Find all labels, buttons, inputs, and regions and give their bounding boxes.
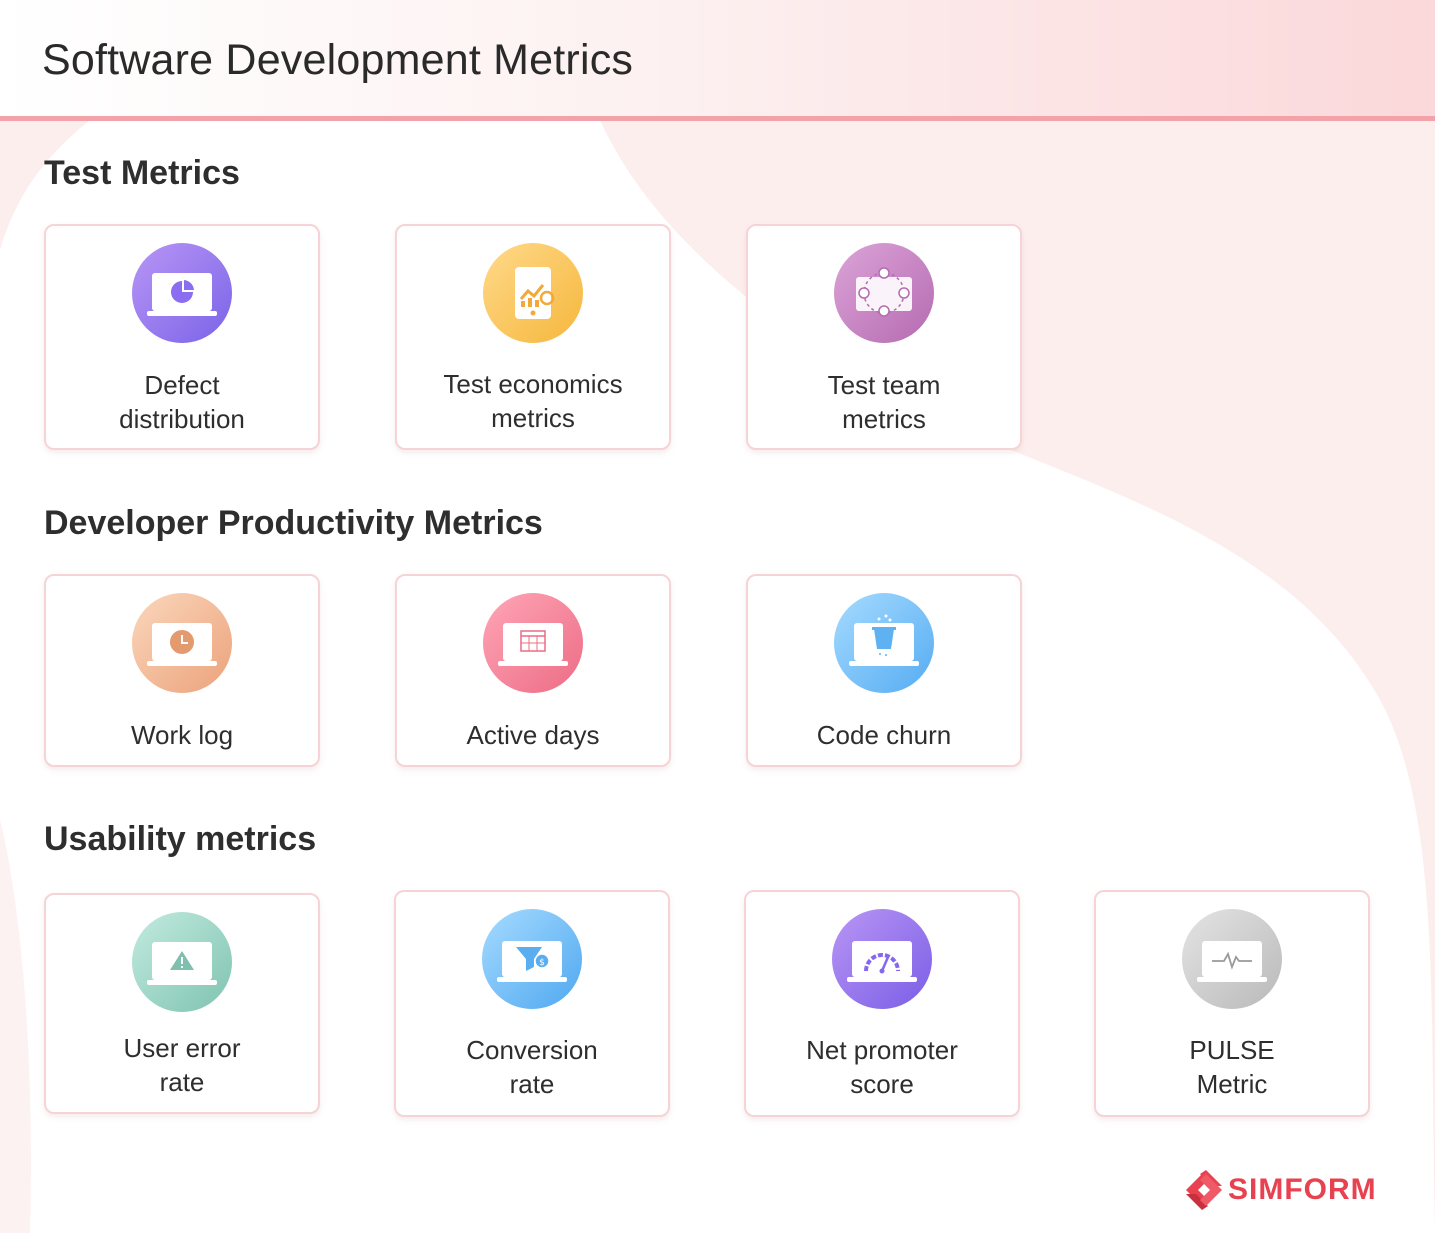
card-active-days: Active days [395,574,671,767]
card-user-error-rate: User error rate [44,893,320,1114]
clock-laptop-icon [132,593,232,693]
warning-laptop-icon [132,912,232,1012]
section-title-usability-metrics: Usability metrics [44,820,317,858]
simform-logo-icon [1186,1170,1222,1210]
funnel-dollar-icon: $ [482,909,582,1009]
card-label-line2: distribution [119,404,245,434]
card-label-line1: Test team [827,370,941,400]
card-test-economics-metrics: Test economics metrics [395,224,671,450]
team-network-icon [834,243,934,343]
growth-chart-tablet-icon [483,243,583,343]
card-label-line2: metrics [842,404,926,434]
calendar-laptop-icon [483,593,583,693]
card-label-line1: Conversion [466,1035,598,1065]
card-defect-distribution: Defect distribution [44,224,320,450]
section-title-developer-productivity: Developer Productivity Metrics [44,504,543,542]
svg-text:$: $ [539,958,545,968]
brand-logo: SIMFORM [1184,1168,1394,1212]
header-banner: Software Development Metrics [0,0,1435,121]
card-label-line2: metrics [491,403,575,433]
pie-chart-laptop-icon [132,243,232,343]
card-conversion-rate: $ Conversion rate [394,890,670,1117]
speedometer-laptop-icon [832,909,932,1009]
card-label: Code churn [816,720,952,750]
card-label-line2: rate [509,1069,555,1099]
card-code-churn: Code churn [746,574,1022,767]
pulse-laptop-icon [1182,909,1282,1009]
card-pulse-metric: PULSE Metric [1094,890,1370,1117]
card-label-line2: Metric [1196,1069,1268,1099]
card-label-line1: Test economics [443,369,623,399]
card-label: Active days [466,720,600,750]
card-label-line2: score [850,1069,914,1099]
bucket-laptop-icon [834,593,934,693]
card-test-team-metrics: Test team metrics [746,224,1022,450]
card-net-promoter-score: Net promoter score [744,890,1020,1117]
card-label-line1: PULSE [1189,1035,1275,1065]
page-title: Software Development Metrics [42,36,634,84]
card-work-log: Work log [44,574,320,767]
card-label-line2: rate [159,1067,205,1097]
card-label-line1: Net promoter [806,1035,958,1065]
card-label-line1: User error [123,1033,241,1063]
brand-name: SIMFORM [1228,1173,1377,1206]
section-title-test-metrics: Test Metrics [44,154,240,192]
card-label-line1: Defect [144,370,220,400]
card-label: Work log [130,720,234,750]
